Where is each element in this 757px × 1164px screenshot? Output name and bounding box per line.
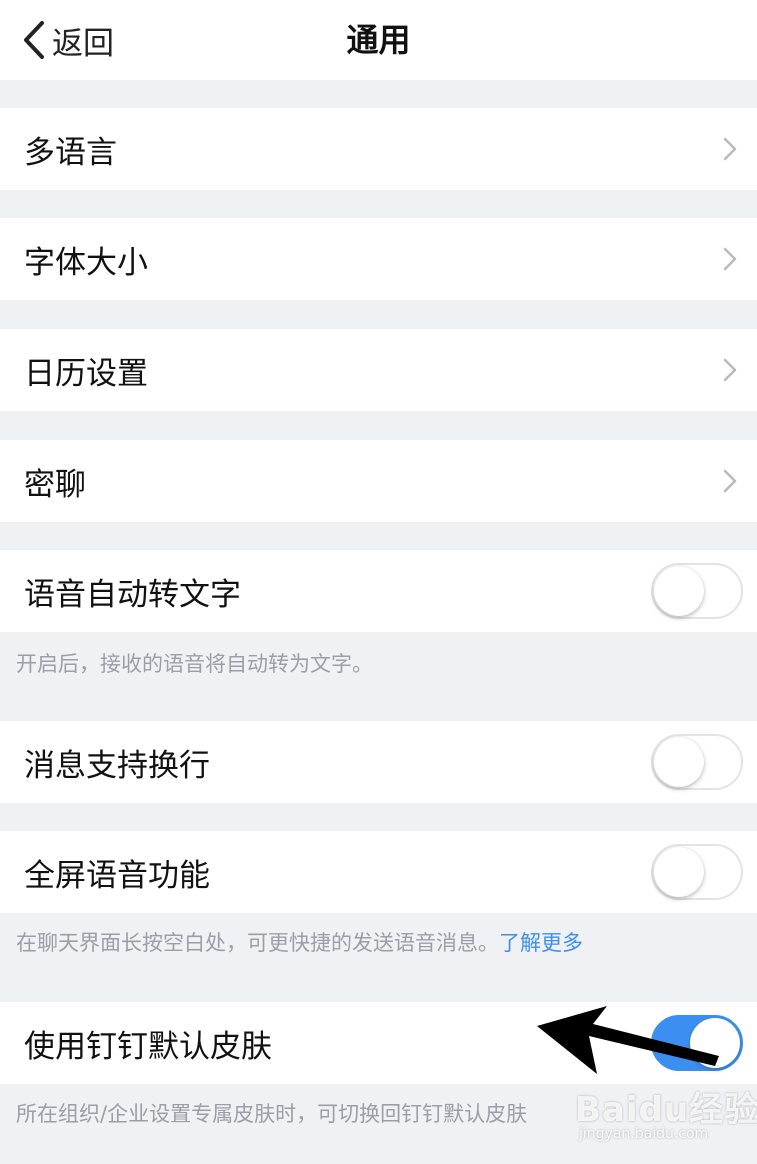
chevron-right-icon [723,247,737,275]
toggle-knob [654,847,704,897]
navigation-bar: 返回 通用 [0,0,757,80]
default-skin-note: 所在组织/企业设置专属皮肤时，可切换回钉钉默认皮肤 [16,1102,528,1126]
row-voice-to-text-label: 语音自动转文字 [24,576,241,613]
learn-more-link[interactable]: 了解更多 [499,931,583,955]
row-font-size-label: 字体大小 [24,244,148,281]
row-calendar-settings[interactable]: 日历设置 [0,329,757,411]
page-title: 通用 [346,21,411,59]
row-fullscreen-voice-label: 全屏语音功能 [24,857,210,894]
row-font-size[interactable]: 字体大小 [0,218,757,300]
row-calendar-label: 日历设置 [24,355,148,392]
fullscreen-voice-toggle[interactable] [651,844,743,900]
arrow-left-icon [535,1004,725,1080]
chevron-right-icon [723,358,737,386]
toggle-knob [654,737,704,787]
row-secret-chat[interactable]: 密聊 [0,440,757,522]
row-message-newline-label: 消息支持换行 [24,747,210,784]
row-fullscreen-voice: 全屏语音功能 [0,831,757,913]
toggle-knob [654,566,704,616]
voice-to-text-note: 开启后，接收的语音将自动转为文字。 [16,652,373,676]
message-newline-toggle[interactable] [651,734,743,790]
row-language-label: 多语言 [24,134,117,171]
watermark-url: jingyan.baidu.com [579,1126,709,1142]
baidu-jingyan-watermark: Baidu经验 jingyan.baidu.com [575,1078,757,1148]
chevron-right-icon [723,137,737,165]
voice-to-text-toggle[interactable] [651,563,743,619]
row-voice-to-text: 语音自动转文字 [0,550,757,632]
row-message-newline: 消息支持换行 [0,721,757,803]
row-language[interactable]: 多语言 [0,108,757,190]
fullscreen-voice-note-text: 在聊天界面长按空白处，可更快捷的发送语音消息。 [16,931,499,955]
fullscreen-voice-note: 在聊天界面长按空白处，可更快捷的发送语音消息。了解更多 [16,927,583,957]
row-secret-chat-label: 密聊 [24,466,86,503]
row-default-skin-label: 使用钉钉默认皮肤 [24,1028,272,1065]
chevron-right-icon [723,469,737,497]
watermark-logo: Baidu经验 [575,1090,757,1130]
